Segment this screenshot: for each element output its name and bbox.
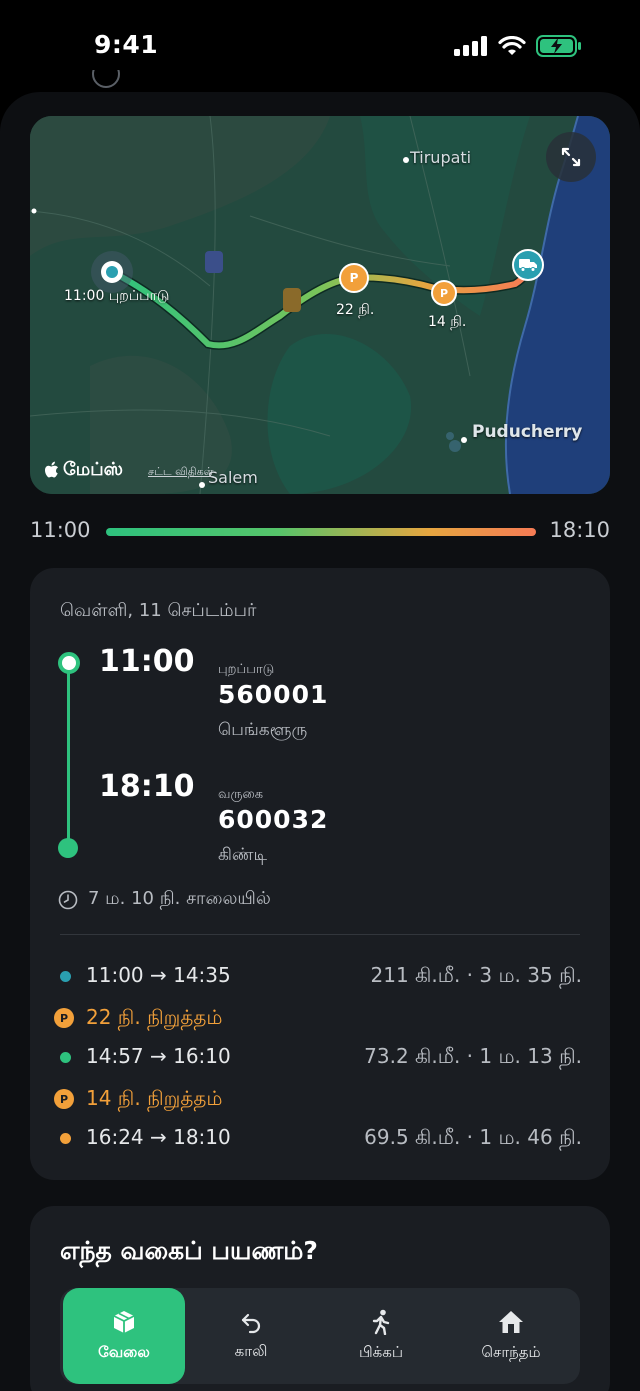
trip-type-work[interactable]: வேலை — [63, 1288, 185, 1384]
break-row: P 14 நி. நிறுத்தம் — [54, 1084, 454, 1114]
map-label-stop1: 22 நி. — [336, 302, 375, 318]
package-icon — [113, 1311, 135, 1333]
map-label-stop2: 14 நி. — [428, 314, 467, 330]
trip-type-personal-label: சொந்தம் — [481, 1343, 541, 1361]
legal-link[interactable]: சட்ட விதிகள் — [148, 465, 214, 480]
segment-meta: 73.2 கி.மீ. · 1 ம. 13 நி. — [364, 1044, 582, 1068]
trip-type-personal[interactable]: சொந்தம் — [450, 1288, 572, 1384]
segment-dot — [60, 1052, 71, 1063]
timeline-bar: 11:00 18:10 — [30, 516, 610, 546]
wifi-icon — [498, 36, 526, 55]
truck-icon — [519, 259, 537, 272]
segment-meta: 211 கி.மீ. · 3 ம. 35 நி. — [370, 963, 582, 987]
timeline-track — [106, 528, 536, 536]
map-label-puducherry: Puducherry — [472, 422, 583, 442]
break-text: 22 நி. நிறுத்தம் — [86, 1005, 223, 1029]
departure-label: புறப்பாடு — [218, 662, 275, 677]
trip-details-card: வெள்ளி, 11 செப்டம்பர் 11:00 புறப்பாடு 56… — [30, 568, 610, 1180]
arrival-city: கிண்டி — [218, 845, 268, 865]
maps-logo-text: மேப்ஸ் — [63, 459, 123, 480]
parking-icon: P — [54, 1008, 74, 1028]
home-icon — [499, 1311, 523, 1333]
map-label-tirupati: Tirupati — [410, 148, 472, 167]
timeline-end: 18:10 — [549, 518, 610, 542]
trip-type-work-label: வேலை — [98, 1343, 150, 1361]
trip-type-selector: வேலை காலி பிக்கப் சொந்தம் — [60, 1288, 580, 1384]
expand-map-button[interactable] — [546, 132, 596, 182]
segment-dot — [60, 1133, 71, 1144]
segment-meta: 69.5 கி.மீ. · 1 ம. 46 நி. — [364, 1125, 582, 1149]
route-start-pin[interactable] — [101, 261, 123, 283]
segment-dot — [60, 971, 71, 982]
arrival-postcode: 600032 — [218, 805, 329, 834]
status-icons — [454, 35, 582, 57]
trip-type-card: எந்த வகைப் பயணம்? வேலை காலி பிக்கப் சொந்… — [30, 1206, 610, 1391]
arrival-label: வருகை — [218, 787, 264, 802]
map-label-salem: Salem — [208, 468, 258, 487]
stop-pin-1[interactable]: P — [339, 263, 369, 293]
trip-type-pickup-label: பிக்கப் — [358, 1343, 404, 1361]
battery-charging-icon — [536, 35, 581, 57]
walking-person-icon — [372, 1309, 390, 1335]
divider — [60, 934, 580, 935]
cellular-signal-icon — [454, 36, 487, 56]
clock-icon — [58, 890, 78, 909]
route-end-pin[interactable] — [512, 249, 544, 281]
segment-row: 16:24 → 18:10 69.5 கி.மீ. · 1 ம. 46 நி. — [54, 1123, 582, 1153]
peek-content — [92, 70, 242, 92]
segment-times: 14:57 → 16:10 — [86, 1044, 231, 1068]
expand-arrows-icon — [561, 147, 581, 167]
parking-icon: P — [54, 1089, 74, 1109]
departure-city: பெங்களூரு — [218, 720, 308, 740]
arrival-time: 18:10 — [99, 769, 195, 804]
arrival-dot — [58, 838, 78, 858]
break-text: 14 நி. நிறுத்தம் — [86, 1086, 223, 1110]
segment-row: 11:00 → 14:35 211 கி.மீ. · 3 ம. 35 நி. — [54, 961, 582, 991]
departure-postcode: 560001 — [218, 680, 329, 709]
trip-type-pickup[interactable]: பிக்கப் — [320, 1288, 442, 1384]
trip-type-title: எந்த வகைப் பயணம்? — [60, 1236, 318, 1265]
map-label-depart: 11:00 புறப்பாடு — [64, 288, 170, 304]
departure-dot — [58, 652, 80, 674]
trip-type-empty[interactable]: காலி — [190, 1288, 312, 1384]
segment-row: 14:57 → 16:10 73.2 கி.மீ. · 1 ம. 13 நி. — [54, 1042, 582, 1072]
maps-logo: மேப்ஸ் — [44, 459, 123, 482]
segment-times: 16:24 → 18:10 — [86, 1125, 231, 1149]
trip-date: வெள்ளி, 11 செப்டம்பர் — [60, 600, 257, 621]
drive-duration-text: 7 ம. 10 நி. சாலையில் — [88, 888, 271, 909]
stop-pin-2[interactable]: P — [431, 280, 457, 306]
timeline-rail — [67, 660, 70, 848]
break-row: P 22 நி. நிறுத்தம் — [54, 1003, 454, 1033]
timeline-start: 11:00 — [30, 518, 91, 542]
route-map[interactable]: Tirupati Puducherry Salem 11:00 புறப்பாட… — [30, 116, 610, 494]
trip-type-empty-label: காலி — [234, 1342, 268, 1360]
status-time: 9:41 — [94, 30, 159, 59]
segment-times: 11:00 → 14:35 — [86, 963, 231, 987]
return-arrow-icon — [241, 1313, 261, 1334]
apple-logo-icon — [45, 461, 58, 478]
departure-time: 11:00 — [99, 644, 195, 679]
drive-duration: 7 ம. 10 நி. சாலையில் — [58, 888, 271, 911]
